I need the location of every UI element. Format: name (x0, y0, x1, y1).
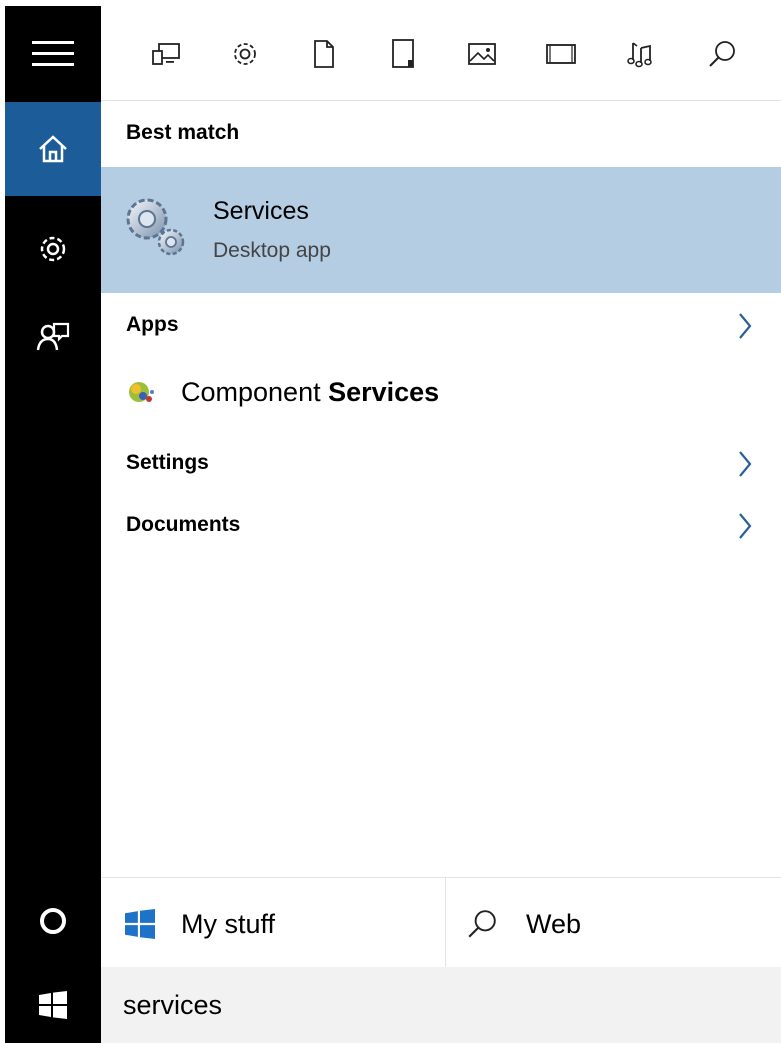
documents-label: Documents (126, 513, 241, 536)
hamburger-menu-button[interactable] (5, 6, 101, 100)
hamburger-icon (32, 41, 74, 66)
scope-tabs: My stuff Web (101, 877, 781, 968)
search-box[interactable] (101, 967, 781, 1043)
settings-header[interactable]: Settings (101, 439, 781, 483)
windows-logo-icon (39, 990, 67, 1019)
videos-filter-icon (546, 44, 576, 64)
best-match-subtitle: Desktop app (213, 239, 331, 262)
home-button[interactable] (5, 102, 101, 196)
search-results: Best match Services Desktop app Apps Com… (101, 101, 781, 877)
gear-icon (40, 236, 66, 262)
left-rail (5, 6, 101, 1043)
music-filter-icon (627, 42, 652, 68)
apps-label: Apps (126, 313, 179, 336)
web-filter-icon (709, 41, 735, 67)
documents-header[interactable]: Documents (101, 501, 781, 545)
settings-filter-button[interactable] (225, 34, 265, 74)
home-icon (39, 135, 67, 163)
settings-button[interactable] (5, 202, 101, 296)
apps-filter-icon (152, 43, 180, 65)
start-button[interactable] (5, 966, 101, 1043)
best-match-item-services[interactable]: Services Desktop app (101, 167, 781, 293)
component-services-icon (129, 382, 154, 402)
web-filter-button[interactable] (702, 34, 742, 74)
videos-filter-button[interactable] (541, 34, 581, 74)
component-services-label: Component Services (181, 377, 440, 407)
chevron-right-icon (739, 451, 752, 477)
folders-filter-icon (392, 39, 414, 68)
apps-filter-button[interactable] (146, 34, 186, 74)
search-input[interactable] (123, 987, 723, 1023)
cortana-button[interactable] (5, 874, 101, 968)
best-match-label: Best match (126, 121, 240, 144)
music-filter-button[interactable] (620, 34, 660, 74)
settings-label: Settings (126, 451, 209, 474)
photos-filter-icon (468, 43, 496, 65)
chevron-right-icon (739, 513, 752, 539)
settings-filter-icon (234, 43, 256, 65)
tab-my-stuff[interactable]: My stuff (101, 878, 445, 968)
app-item-component-services[interactable]: Component Services (101, 365, 781, 421)
feedback-button[interactable] (5, 290, 101, 384)
windows-logo-icon (125, 909, 155, 939)
apps-header[interactable]: Apps (101, 301, 781, 345)
cortana-circle-icon (40, 908, 66, 934)
photos-filter-button[interactable] (462, 34, 502, 74)
services-gears-icon (126, 198, 185, 256)
best-match-header: Best match (101, 109, 781, 153)
tab-web-label: Web (526, 909, 582, 939)
search-filter-bar (101, 6, 781, 101)
folders-filter-button[interactable] (383, 34, 423, 74)
documents-filter-button[interactable] (304, 34, 344, 74)
search-icon (468, 910, 496, 938)
tab-my-stuff-label: My stuff (181, 909, 276, 939)
tab-web[interactable]: Web (446, 878, 781, 968)
documents-filter-icon (314, 40, 334, 68)
feedback-icon (36, 322, 70, 351)
best-match-title: Services (213, 197, 309, 225)
chevron-right-icon (739, 313, 752, 339)
